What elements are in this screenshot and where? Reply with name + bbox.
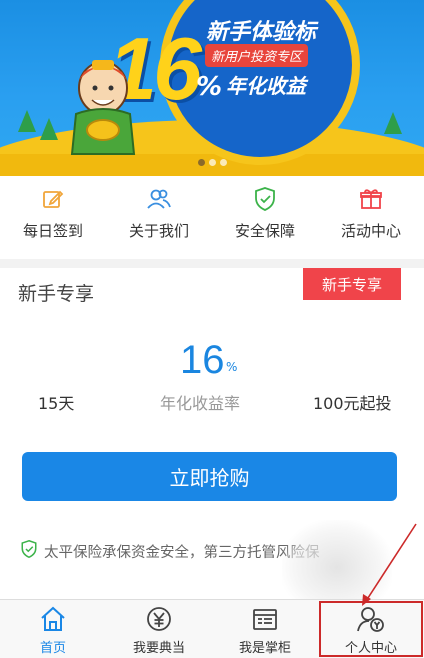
banner-headline: 新手体验标 [206,20,317,45]
shortcut-activity-center[interactable]: 活动中心 [318,176,424,259]
banner-subhead: 新用户投资专区 [205,44,309,67]
card-ribbon-badge: 新手专享 [303,268,401,300]
mascot-figure [70,60,136,155]
carousel-dot[interactable] [220,159,227,166]
tree-icon [18,110,36,132]
tab-label: 我是掌柜 [238,641,291,656]
carousel-dots[interactable] [198,159,227,166]
banner-percent: % [196,72,223,102]
card-rate-label: 年化收益率 [160,394,241,413]
tab-shopkeeper[interactable]: 我是掌柜 [212,600,318,658]
security-text: 太平保险承保资金安全，第三方托管风险保 [44,544,320,561]
user-yuan-icon [356,604,386,634]
shield-check-icon [252,186,278,212]
shortcut-label: 活动中心 [340,222,401,240]
shortcut-security[interactable]: 安全保障 [212,176,318,259]
buy-now-button[interactable]: 立即抢购 [22,452,397,501]
tab-home[interactable]: 首页 [0,600,106,658]
card-min-amount: 100元起投 [313,394,392,413]
card-rate-unit: % [226,360,238,374]
card-title: 新手专享 [18,283,95,305]
tab-label: 首页 [39,641,66,656]
carousel-dot[interactable] [209,159,216,166]
ledger-icon [250,604,280,634]
promo-banner[interactable]: 16 % 新手体验标 新用户投资专区 年化收益 [0,0,424,176]
shortcut-label: 关于我们 [128,222,189,240]
card-rate-value: 16 [180,338,225,382]
shortcut-label: 每日签到 [22,222,83,240]
security-notice: 太平保险承保资金安全，第三方托管风险保 [20,539,320,563]
card-term: 15天 [38,394,75,413]
carousel-dot[interactable] [198,159,205,166]
shield-check-icon [20,539,38,563]
edit-icon [40,186,66,212]
shortcut-daily-checkin[interactable]: 每日签到 [0,176,106,259]
tab-label: 个人中心 [344,641,397,656]
shortcut-about-us[interactable]: 关于我们 [106,176,212,259]
tab-label: 我要典当 [132,641,185,656]
tab-personal-center[interactable]: 个人中心 [318,600,424,658]
gift-icon [358,186,384,212]
tree-icon [384,112,402,134]
tab-pawn[interactable]: 我要典当 [106,600,212,658]
bottom-tab-bar: 首页 我要典当 我是掌柜 个人中心 [0,599,424,658]
users-icon [146,186,172,212]
home-icon [38,604,68,634]
tree-icon [40,118,58,140]
shortcut-row: 每日签到 关于我们 安全保障 活动中心 [0,176,424,259]
yuan-icon [144,604,174,634]
banner-yield-text: 年化收益 [226,74,306,98]
shortcut-label: 安全保障 [234,222,295,240]
